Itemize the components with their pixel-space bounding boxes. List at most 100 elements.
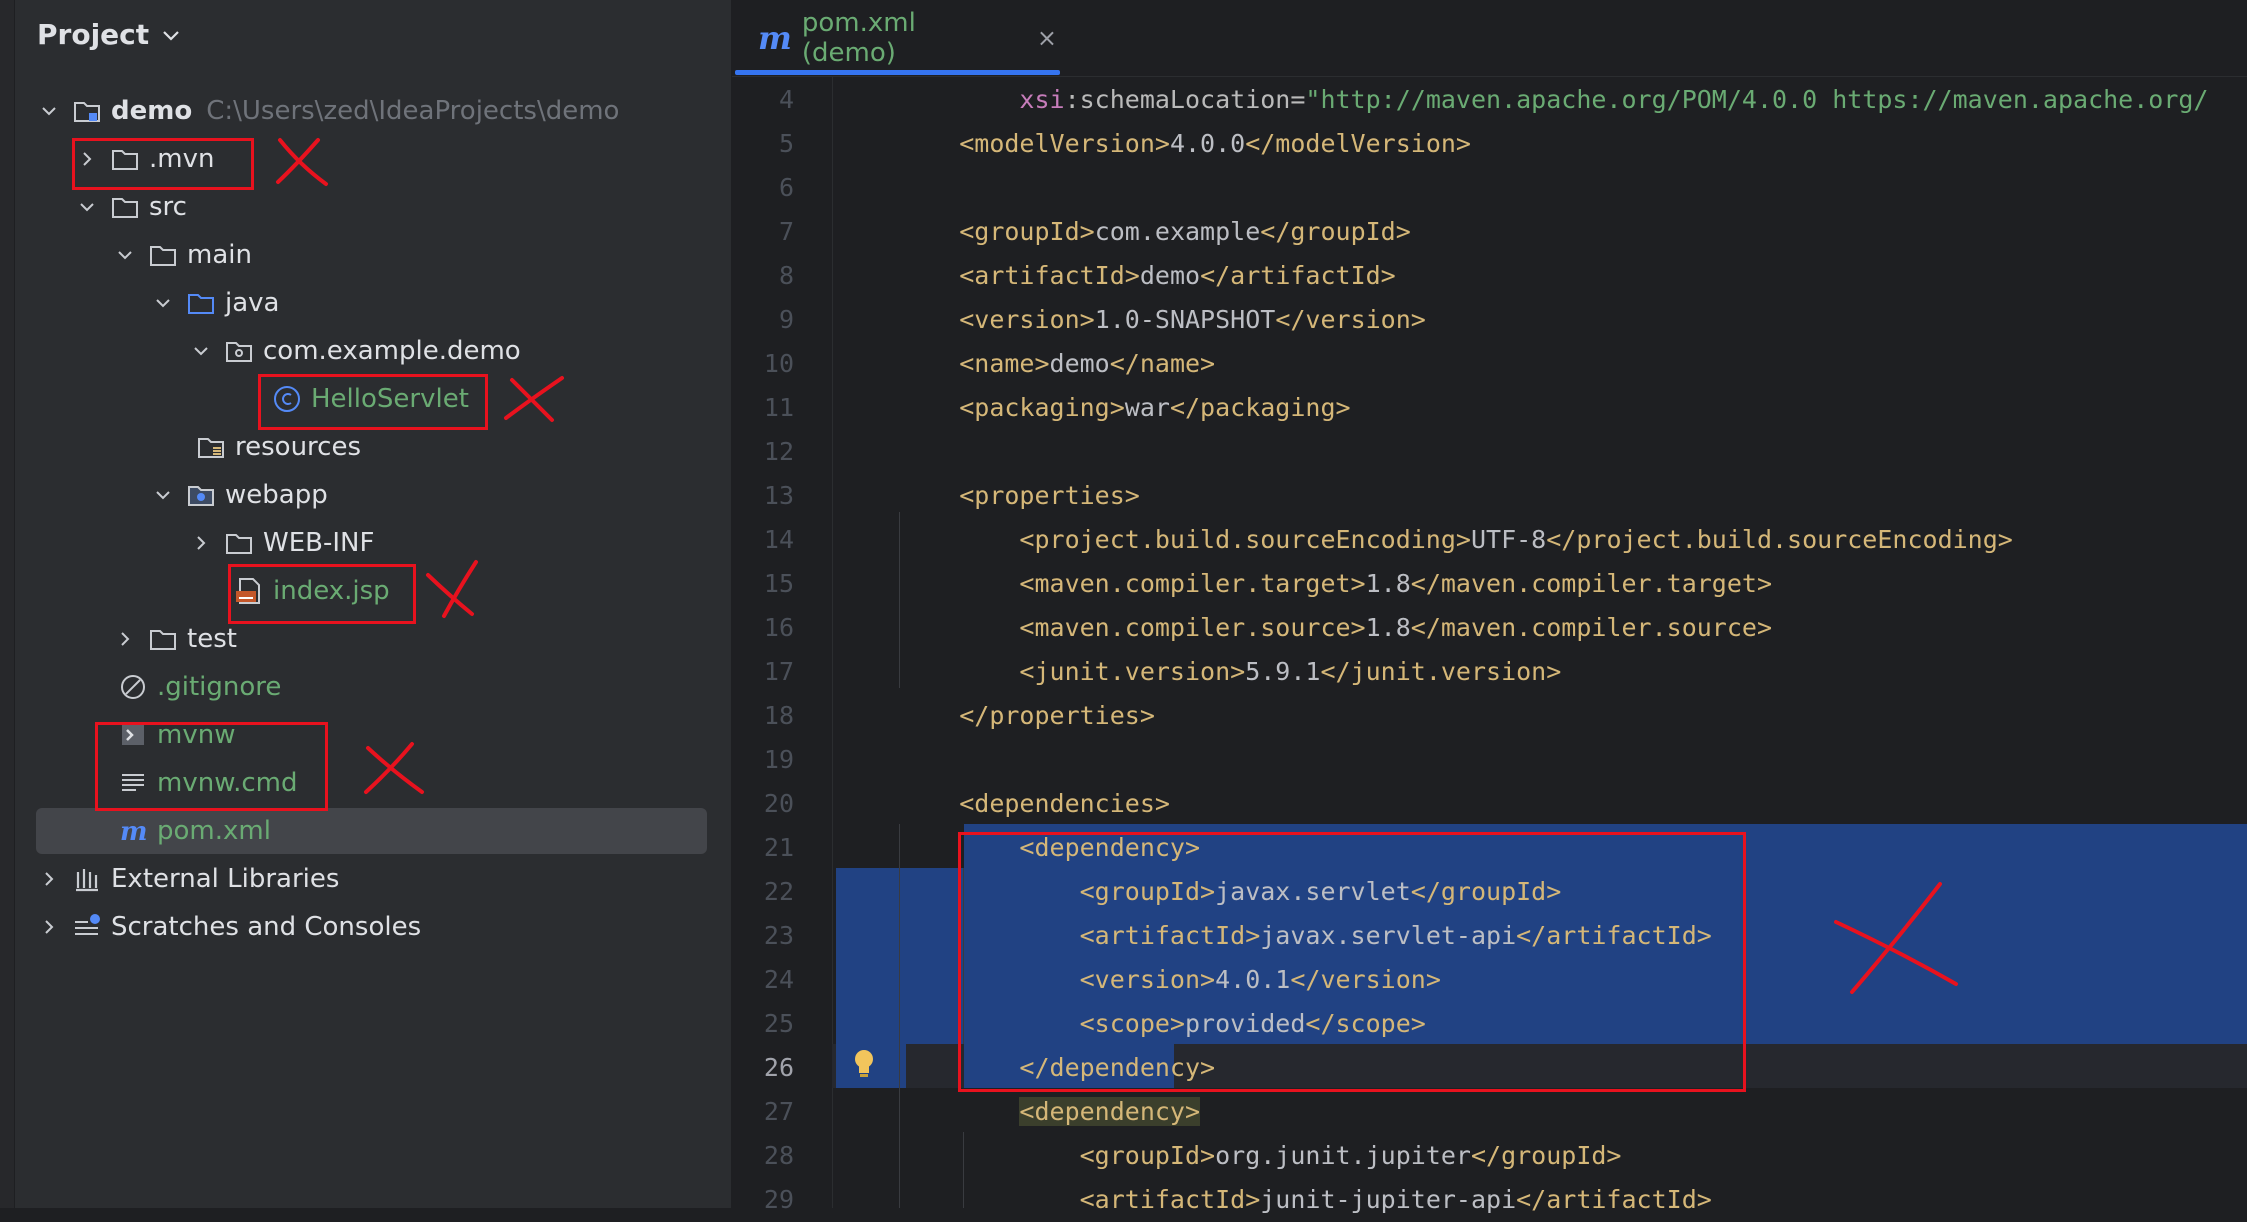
tab-pom-xml[interactable]: m pom.xml (demo) × <box>732 0 1057 76</box>
line-number: 10 <box>763 349 794 378</box>
tag-content: 5.9.1 <box>1245 657 1321 686</box>
chevron-down-icon[interactable] <box>112 242 138 268</box>
chevron-down-icon[interactable] <box>74 194 100 220</box>
chevron-down-icon <box>163 30 179 41</box>
open-tag: <version> <box>959 305 1095 334</box>
close-tag: </project.build.sourceEncoding> <box>1546 525 2013 554</box>
code-line[interactable]: 27 <dependency> <box>732 1090 2247 1134</box>
tree-item-label: Scratches and Consoles <box>111 912 422 942</box>
tree-item-label: test <box>187 624 237 654</box>
code-content: <version>1.0-SNAPSHOT</version> <box>899 298 1426 342</box>
line-number: 15 <box>763 569 794 598</box>
tag-content: junit-jupiter-api <box>1260 1185 1517 1214</box>
code-line[interactable]: 4 xsi:schemaLocation="http://maven.apach… <box>732 78 2247 122</box>
tree-item-demo[interactable]: demo C:\Users\zed\IdeaProjects\demo <box>36 88 707 134</box>
tag-content: 1.8 <box>1365 613 1411 642</box>
tag-content: 1.8 <box>1365 569 1411 598</box>
close-tag: </groupId> <box>1470 1141 1622 1170</box>
project-panel-header[interactable]: Project <box>37 18 181 51</box>
tree-item-pom-xml[interactable]: m pom.xml <box>36 808 707 854</box>
code-line[interactable]: 16 <maven.compiler.source>1.8</maven.com… <box>732 606 2247 650</box>
code-line[interactable]: 20 <dependencies> <box>732 782 2247 826</box>
chevron-down-icon[interactable] <box>36 98 62 124</box>
code-line[interactable]: 12 <box>732 430 2247 474</box>
editor-tab-bar: m pom.xml (demo) × <box>732 0 2247 77</box>
tab-label: pom.xml (demo) <box>801 8 916 68</box>
code-line[interactable]: 10 <name>demo</name> <box>732 342 2247 386</box>
chevron-right-icon[interactable] <box>188 530 214 556</box>
code-line[interactable]: 19 <box>732 738 2247 782</box>
maven-icon: m <box>758 19 792 57</box>
tree-item-resources[interactable]: resources <box>36 424 707 470</box>
code-content: <project.build.sourceEncoding>UTF-8</pro… <box>899 518 2013 562</box>
code-line[interactable]: 6 <box>732 166 2247 210</box>
tree-item-src[interactable]: src <box>36 184 707 230</box>
code-content: <artifactId>junit-jupiter-api</artifactI… <box>899 1178 1712 1222</box>
tree-item-gitignore[interactable]: .gitignore <box>36 664 707 710</box>
tree-item-main[interactable]: main <box>36 232 707 278</box>
source-folder-icon <box>186 288 216 318</box>
code-line[interactable]: 28 <groupId>org.junit.jupiter</groupId> <box>732 1134 2247 1178</box>
code-line[interactable]: 5 <modelVersion>4.0.0</modelVersion> <box>732 122 2247 166</box>
code-line[interactable]: 18 </properties> <box>732 694 2247 738</box>
chevron-right-icon[interactable] <box>112 626 138 652</box>
chevron-right-icon[interactable] <box>36 866 62 892</box>
close-tag: </name> <box>1109 349 1216 378</box>
close-tag: </modelVersion> <box>1245 129 1471 158</box>
tree-item-webapp[interactable]: webapp <box>36 472 707 518</box>
tree-item-label: pom.xml <box>157 816 271 846</box>
chevron-down-icon[interactable] <box>150 482 176 508</box>
lightbulb-icon[interactable] <box>849 1046 879 1080</box>
chevron-down-icon[interactable] <box>188 338 214 364</box>
line-number: 4 <box>778 85 794 114</box>
annotation-box-mvn <box>72 138 254 190</box>
code-line[interactable]: 8 <artifactId>demo</artifactId> <box>732 254 2247 298</box>
code-line[interactable]: 11 <packaging>war</packaging> <box>732 386 2247 430</box>
line-number: 9 <box>778 305 794 334</box>
close-tag: </artifactId> <box>1516 1185 1712 1214</box>
code-content: <dependency> <box>899 1090 1201 1134</box>
code-line[interactable]: 13 <properties> <box>732 474 2247 518</box>
chevron-down-icon[interactable] <box>150 290 176 316</box>
code-line[interactable]: 17 <junit.version>5.9.1</junit.version> <box>732 650 2247 694</box>
tree-item-external-libraries[interactable]: External Libraries <box>36 856 707 902</box>
tree-item-package[interactable]: com.example.demo <box>36 328 707 374</box>
code-content: </properties> <box>899 694 1155 738</box>
open-tag: <modelVersion> <box>959 129 1170 158</box>
attr-namespace: xsi <box>1019 85 1065 114</box>
line-number: 22 <box>763 877 794 906</box>
tool-window-strip <box>0 0 15 1208</box>
close-tag: </groupId> <box>1260 217 1411 246</box>
tag-content: org.junit.jupiter <box>1215 1141 1471 1170</box>
code-line[interactable]: 14 <project.build.sourceEncoding>UTF-8</… <box>732 518 2247 562</box>
open-tag: <packaging> <box>959 393 1125 422</box>
code-line[interactable]: 9 <version>1.0-SNAPSHOT</version> <box>732 298 2247 342</box>
tree-item-label: src <box>149 192 187 222</box>
code-line[interactable]: 29 <artifactId>junit-jupiter-api</artifa… <box>732 1178 2247 1222</box>
tree-item-java[interactable]: java <box>36 280 707 326</box>
close-tag: </artifactId> <box>1200 261 1396 290</box>
annotation-box-dependency <box>958 832 1746 1092</box>
tree-item-scratches[interactable]: Scratches and Consoles <box>36 904 707 950</box>
code-content: <junit.version>5.9.1</junit.version> <box>899 650 1561 694</box>
tree-item-label: webapp <box>225 480 328 510</box>
package-icon <box>224 336 254 366</box>
resources-folder-icon <box>196 432 226 462</box>
close-tag: </version> <box>1275 305 1426 334</box>
tree-item-web-inf[interactable]: WEB-INF <box>36 520 707 566</box>
chevron-right-icon[interactable] <box>36 914 62 940</box>
code-line[interactable]: 7 <groupId>com.example</groupId> <box>732 210 2247 254</box>
code-content: <maven.compiler.target>1.8</maven.compil… <box>899 562 1772 606</box>
line-number: 16 <box>763 613 794 642</box>
line-number: 14 <box>763 525 794 554</box>
code-line[interactable]: 15 <maven.compiler.target>1.8</maven.com… <box>732 562 2247 606</box>
open-tag: <dependencies> <box>959 789 1170 818</box>
tree-item-label: .gitignore <box>157 672 282 702</box>
code-content: <modelVersion>4.0.0</modelVersion> <box>899 122 1471 166</box>
close-icon[interactable]: × <box>1037 24 1057 52</box>
